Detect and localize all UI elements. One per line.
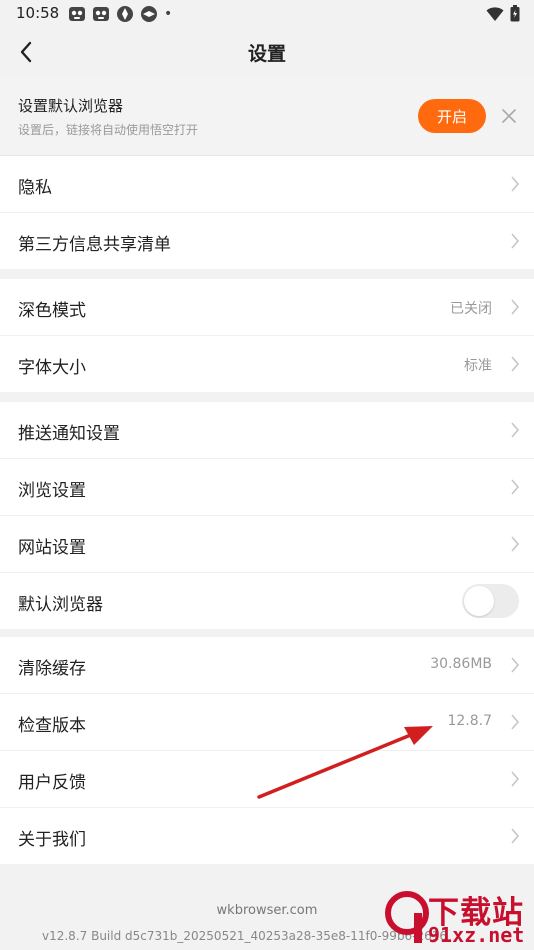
row-label: 检查版本 — [18, 716, 86, 736]
row-privacy[interactable]: 隐私 — [0, 156, 534, 213]
chevron-right-icon — [511, 422, 519, 438]
aperture-app-icon — [141, 6, 157, 22]
chevron-right-icon — [511, 536, 519, 552]
row-label: 第三方信息共享清单 — [18, 235, 171, 255]
settings-group-2: 深色模式 已关闭 字体大小 标准 — [0, 279, 534, 392]
notification-icons: • — [68, 5, 172, 23]
chevron-right-icon — [511, 176, 519, 192]
banner-close-button[interactable] — [500, 107, 518, 125]
row-label: 用户反馈 — [18, 773, 86, 793]
chevron-right-icon — [511, 828, 519, 844]
chevron-right-icon — [511, 233, 519, 249]
row-label: 默认浏览器 — [18, 595, 103, 615]
row-third-party-sharing[interactable]: 第三方信息共享清单 — [0, 213, 534, 269]
row-label: 网站设置 — [18, 538, 86, 558]
watermark-logo-icon — [385, 891, 429, 943]
row-feedback[interactable]: 用户反馈 — [0, 751, 534, 808]
panda-app-icon — [69, 7, 85, 21]
panda-app-icon — [93, 7, 109, 21]
status-bar: 10:58 • — [0, 0, 534, 28]
aperture-app-icon — [117, 6, 133, 22]
status-right — [486, 5, 520, 22]
banner-title: 设置默认浏览器 — [18, 97, 124, 115]
settings-group-3: 推送通知设置 浏览设置 网站设置 默认浏览器 — [0, 402, 534, 629]
chevron-right-icon — [511, 771, 519, 787]
settings-group-1: 隐私 第三方信息共享清单 — [0, 156, 534, 269]
row-default-browser: 默认浏览器 — [0, 573, 534, 629]
row-font-size[interactable]: 字体大小 标准 — [0, 336, 534, 392]
settings-group-4: 清除缓存 30.86MB 检查版本 12.8.7 用户反馈 关于我们 — [0, 637, 534, 864]
chevron-right-icon — [511, 356, 519, 372]
wifi-icon — [486, 6, 504, 21]
toggle-knob — [464, 586, 494, 616]
enable-button[interactable]: 开启 — [418, 99, 486, 133]
close-icon — [502, 109, 516, 123]
chevron-right-icon — [511, 299, 519, 315]
row-clear-cache[interactable]: 清除缓存 30.86MB — [0, 637, 534, 694]
watermark-url: 91xz.net — [428, 923, 525, 947]
row-check-version[interactable]: 检查版本 12.8.7 — [0, 694, 534, 751]
row-label: 清除缓存 — [18, 659, 86, 679]
banner-subtitle: 设置后，链接将自动使用悟空打开 — [18, 123, 199, 137]
site-watermark: 下载站 91xz.net — [380, 885, 534, 950]
row-browsing-settings[interactable]: 浏览设置 — [0, 459, 534, 516]
chevron-right-icon — [511, 657, 519, 673]
row-label: 浏览设置 — [18, 481, 86, 501]
row-value: 已关闭 — [450, 301, 492, 317]
app-header: 设置 — [0, 28, 534, 76]
row-push-notifications[interactable]: 推送通知设置 — [0, 402, 534, 459]
battery-icon — [510, 5, 520, 22]
row-label: 推送通知设置 — [18, 424, 120, 444]
row-label: 关于我们 — [18, 830, 86, 850]
row-value: 标准 — [464, 358, 492, 374]
row-label: 隐私 — [18, 178, 52, 198]
status-time: 10:58 — [16, 4, 60, 22]
row-value: 30.86MB — [430, 656, 492, 672]
chevron-right-icon — [511, 714, 519, 730]
row-value: 12.8.7 — [447, 713, 492, 729]
row-label: 字体大小 — [18, 358, 86, 378]
row-dark-mode[interactable]: 深色模式 已关闭 — [0, 279, 534, 336]
row-label: 深色模式 — [18, 301, 86, 321]
chevron-right-icon — [511, 479, 519, 495]
row-about-us[interactable]: 关于我们 — [0, 808, 534, 864]
page-title: 设置 — [247, 43, 286, 65]
notification-dot: • — [164, 6, 173, 22]
default-browser-toggle[interactable] — [462, 584, 519, 618]
row-site-settings[interactable]: 网站设置 — [0, 516, 534, 573]
